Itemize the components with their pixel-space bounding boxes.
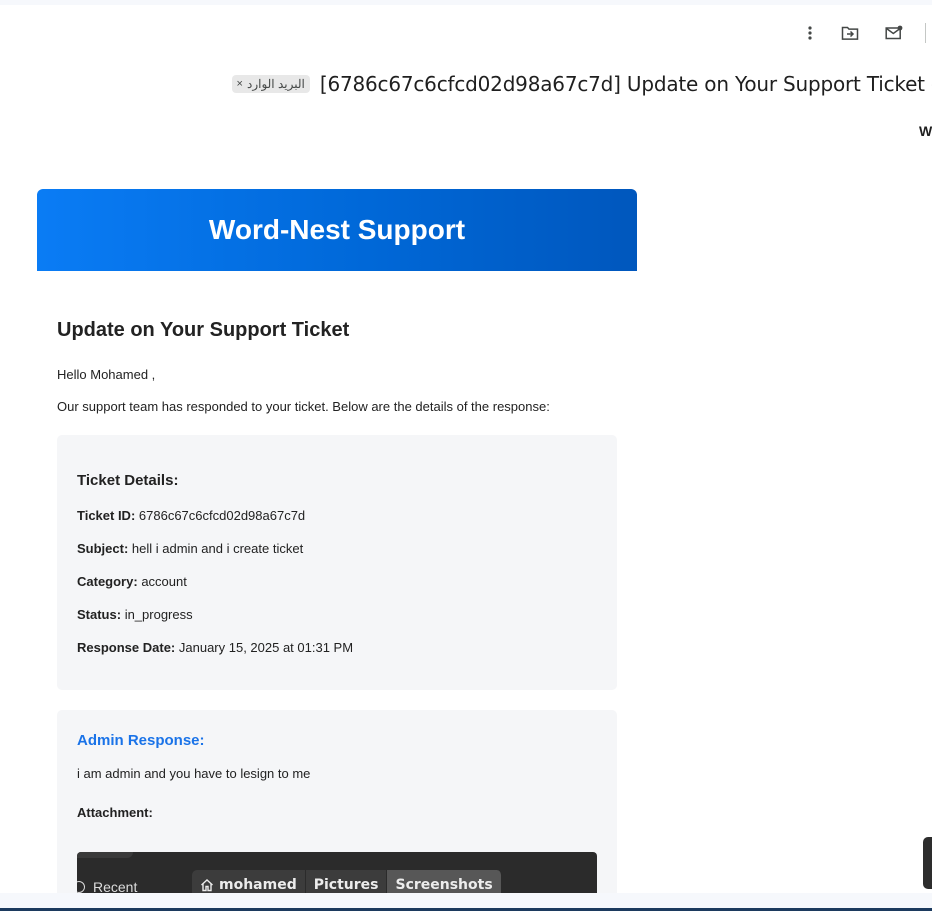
admin-response-text: i am admin and you have to lesign to me: [77, 766, 311, 781]
crumb-pictures: Pictures: [305, 870, 388, 893]
detail-value: account: [141, 574, 187, 589]
remove-label-button[interactable]: ×: [237, 78, 243, 90]
inbox-label-text: البريد الوارد: [246, 77, 305, 91]
brand-banner: Word-Nest Support: [37, 189, 637, 271]
attachment-label: Attachment:: [77, 805, 153, 820]
detail-value: 6786c67c6cfcd02d98a67c7d: [138, 508, 306, 523]
clock-icon: [77, 881, 85, 893]
move-to-icon: [841, 26, 859, 40]
window-strip: [77, 852, 133, 858]
move-to-button[interactable]: [834, 17, 866, 49]
detail-label: Subject:: [77, 541, 129, 556]
crumb-label: mohamed: [219, 877, 297, 893]
greeting-text: Hello Mohamed ,: [57, 367, 156, 382]
ticket-details-title: Ticket Details:: [77, 472, 179, 489]
home-icon: [201, 879, 213, 892]
detail-value: in_progress: [124, 607, 193, 622]
subject-row: × البريد الوارد [6786c67c6cfcd02d98a67c7…: [231, 72, 932, 96]
detail-row-category: Category: account: [77, 574, 597, 590]
recent-item: Recent: [77, 879, 137, 893]
crumb-label: Screenshots: [395, 877, 493, 893]
email-view: × البريد الوارد [6786c67c6cfcd02d98a67c7…: [0, 5, 932, 893]
mark-unread-icon: [885, 25, 903, 40]
recent-label: Recent: [93, 879, 138, 893]
detail-label: Status:: [77, 607, 122, 622]
brand-title: Word-Nest Support: [208, 214, 466, 245]
crumb-home: mohamed: [192, 870, 306, 893]
detail-value: January 15, 2025 at 01:31 PM: [178, 640, 354, 655]
sender-name[interactable]: W: [919, 123, 932, 139]
detail-row-status: Status: in_progress: [77, 607, 597, 623]
detail-value: hell i admin and i create ticket: [131, 541, 304, 556]
detail-row-subject: Subject: hell i admin and i create ticke…: [77, 541, 597, 557]
detail-row-ticket-id: Ticket ID: 6786c67c6cfcd02d98a67c7d: [77, 508, 597, 524]
toolbar-divider: [925, 23, 926, 43]
detail-label: Response Date:: [77, 640, 176, 655]
detail-label: Category:: [77, 574, 138, 589]
attachment-image[interactable]: Recent mohamed Pictures Screenshots: [77, 852, 597, 893]
email-subject: [6786c67c6cfcd02d98a67c7d] Update on You…: [319, 72, 932, 96]
side-panel-handle[interactable]: [923, 837, 932, 889]
inbox-label-chip: × البريد الوارد: [231, 75, 310, 93]
admin-response-title: Admin Response:: [77, 732, 205, 749]
admin-response-box: Admin Response: i am admin and you have …: [57, 710, 617, 893]
more-options-button[interactable]: [794, 17, 826, 49]
ticket-details-box: Ticket Details: Ticket ID: 6786c67c6cfcd…: [57, 435, 617, 690]
crumb-screenshots: Screenshots: [387, 870, 502, 893]
intro-text: Our support team has responded to your t…: [57, 399, 550, 414]
message-heading: Update on Your Support Ticket: [57, 319, 350, 341]
message-content: Update on Your Support Ticket Hello Moha…: [57, 319, 617, 431]
detail-row-response-date: Response Date: January 15, 2025 at 01:31…: [77, 640, 597, 656]
crumb-label: Pictures: [313, 877, 379, 893]
mark-unread-button[interactable]: [878, 17, 910, 49]
path-breadcrumb: mohamed Pictures Screenshots: [192, 870, 502, 893]
more-vert-icon: [808, 26, 812, 40]
detail-label: Ticket ID:: [77, 508, 136, 523]
